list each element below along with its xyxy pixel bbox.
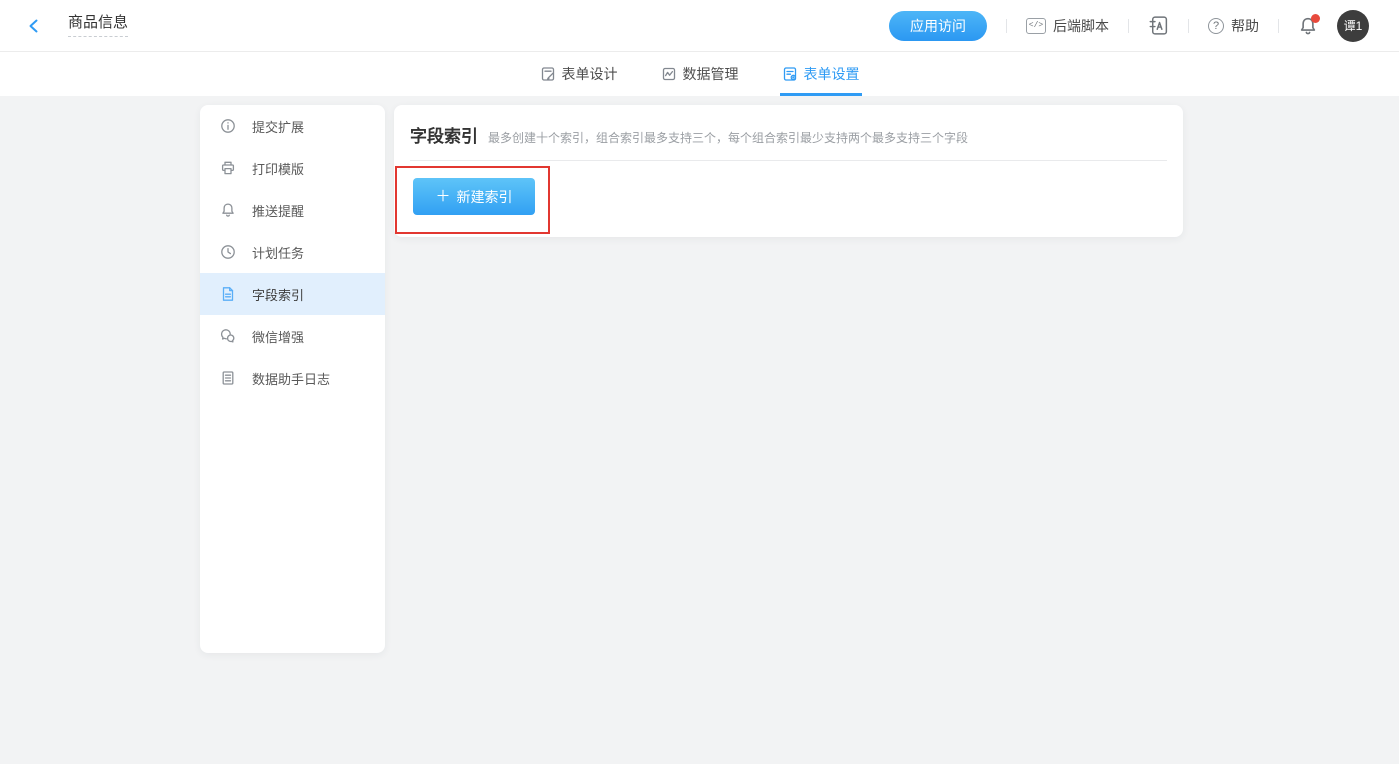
sidebar-item-label: 打印模版 (252, 159, 304, 178)
divider (1128, 19, 1129, 33)
app-access-button[interactable]: 应用访问 (889, 11, 987, 41)
sidebar-item-submit-extension[interactable]: 提交扩展 (200, 105, 385, 147)
help-label: 帮助 (1231, 16, 1259, 36)
help-button[interactable]: ? 帮助 (1208, 16, 1259, 36)
code-icon: </> (1026, 18, 1046, 34)
tab-bar: 表单设计 数据管理 表单设置 (0, 51, 1399, 96)
sidebar-item-label: 数据助手日志 (252, 369, 330, 388)
field-index-panel: 字段索引 最多创建十个索引，组合索引最多支持三个，每个组合索引最少支持两个最多支… (394, 105, 1183, 237)
top-header: 商品信息 应用访问 </> 后端脚本 ? 帮助 (0, 0, 1399, 51)
log-icon (220, 370, 236, 386)
address-book-button[interactable] (1148, 15, 1169, 36)
divider (410, 160, 1167, 161)
data-manage-icon (661, 66, 677, 82)
notification-bell[interactable] (1298, 16, 1318, 36)
tab-data-manage[interactable]: 数据管理 (659, 51, 741, 96)
sidebar-item-push-notification[interactable]: 推送提醒 (200, 189, 385, 231)
clock-icon (220, 244, 236, 260)
sidebar-item-scheduled-task[interactable]: 计划任务 (200, 231, 385, 273)
tab-label: 表单设置 (804, 64, 860, 84)
new-index-label: 新建索引 (457, 187, 513, 207)
plus-icon: ＋ (435, 189, 450, 204)
form-settings-icon (782, 66, 798, 82)
settings-sidebar: 提交扩展 打印模版 推送提醒 计划任务 字段索引 (200, 105, 385, 653)
sidebar-item-label: 微信增强 (252, 327, 304, 346)
header-left: 商品信息 (24, 14, 128, 37)
backend-script-label: 后端脚本 (1053, 16, 1109, 36)
sidebar-item-label: 提交扩展 (252, 117, 304, 136)
sidebar-item-label: 推送提醒 (252, 201, 304, 220)
divider (1006, 19, 1007, 33)
header-right: 应用访问 </> 后端脚本 ? 帮助 谭1 (889, 10, 1369, 42)
tab-form-settings[interactable]: 表单设置 (780, 51, 862, 96)
wechat-icon (220, 328, 236, 344)
question-icon: ? (1208, 18, 1224, 34)
bell-icon (220, 202, 236, 218)
sidebar-item-label: 字段索引 (252, 285, 304, 304)
tab-label: 数据管理 (683, 64, 739, 84)
form-design-icon (540, 66, 556, 82)
panel-header: 字段索引 最多创建十个索引，组合索引最多支持三个，每个组合索引最少支持两个最多支… (394, 105, 1183, 147)
panel-subtitle: 最多创建十个索引，组合索引最多支持三个，每个组合索引最少支持两个最多支持三个字段 (488, 129, 968, 146)
sidebar-item-field-index[interactable]: 字段索引 (200, 273, 385, 315)
sidebar-item-data-assistant-log[interactable]: 数据助手日志 (200, 357, 385, 399)
info-icon (220, 118, 236, 134)
tab-form-design[interactable]: 表单设计 (538, 51, 620, 96)
backend-script-button[interactable]: </> 后端脚本 (1026, 16, 1109, 36)
divider (1278, 19, 1279, 33)
divider (1188, 19, 1189, 33)
printer-icon (220, 160, 236, 176)
avatar[interactable]: 谭1 (1337, 10, 1369, 42)
address-book-icon (1148, 15, 1169, 36)
document-icon (220, 286, 236, 302)
sidebar-item-print-template[interactable]: 打印模版 (200, 147, 385, 189)
panel-title: 字段索引 (410, 122, 478, 147)
sidebar-item-wechat-enhance[interactable]: 微信增强 (200, 315, 385, 357)
back-button[interactable] (24, 16, 44, 36)
chevron-left-icon (26, 18, 42, 34)
tab-label: 表单设计 (562, 64, 618, 84)
page-title[interactable]: 商品信息 (68, 14, 128, 37)
new-index-button[interactable]: ＋ 新建索引 (413, 178, 535, 215)
sidebar-item-label: 计划任务 (252, 243, 304, 262)
content-area: 提交扩展 打印模版 推送提醒 计划任务 字段索引 (0, 96, 1399, 764)
notification-badge (1311, 14, 1320, 23)
